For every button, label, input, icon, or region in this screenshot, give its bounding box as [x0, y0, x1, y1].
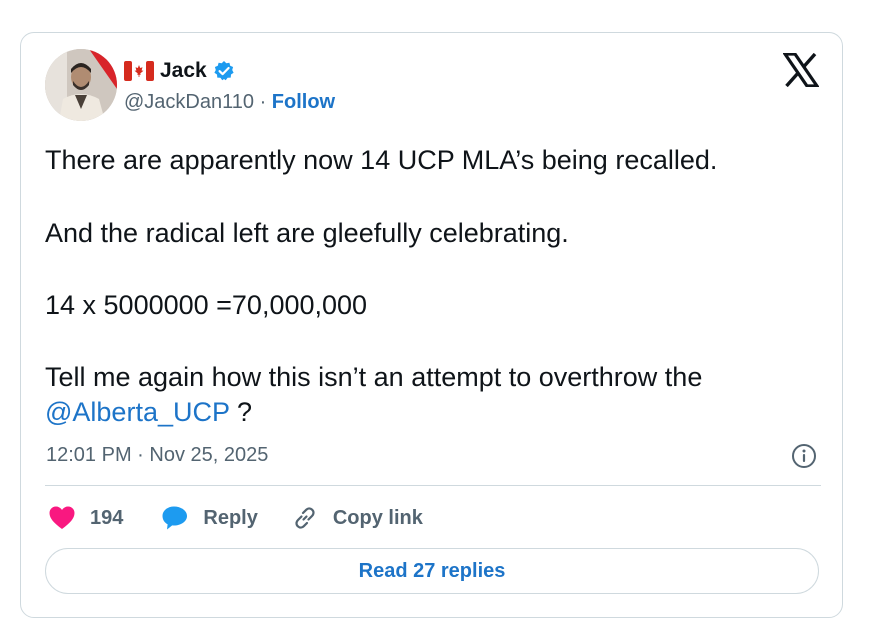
like-button[interactable]: 194	[48, 505, 123, 531]
copy-link-label: Copy link	[332, 506, 423, 529]
mention-link[interactable]: @Alberta_UCP	[45, 397, 230, 427]
tweet-card: Jack @JackDan110 · Follow There are appa…	[20, 32, 843, 618]
author-handle-row: @JackDan110 · Follow	[124, 91, 335, 114]
tweet-timestamp[interactable]: 12:01 PM · Nov 25, 2025	[46, 444, 268, 467]
tweet-line-1: There are apparently now 14 UCP MLA’s be…	[45, 145, 718, 175]
follow-button[interactable]: Follow	[272, 91, 335, 113]
tweet-line-4-text: Tell me again how this isn’t an attempt …	[45, 362, 703, 392]
divider	[45, 485, 821, 486]
info-icon[interactable]	[791, 443, 817, 469]
tweet-line-4-tail: ?	[229, 397, 253, 427]
x-logo-icon[interactable]	[781, 52, 821, 88]
copy-link-button[interactable]: Copy link	[291, 504, 423, 532]
author-name[interactable]: Jack	[160, 59, 207, 83]
author-name-row: Jack	[124, 57, 235, 85]
link-icon	[295, 507, 315, 529]
reply-label: Reply	[203, 506, 258, 529]
action-bar: 194 Reply Copy link	[48, 503, 423, 533]
heart-icon	[49, 506, 75, 529]
tweet-line-3: 14 x 5000000 =70,000,000	[45, 290, 368, 320]
like-count: 194	[90, 506, 124, 529]
author-handle[interactable]: @JackDan110	[124, 91, 254, 113]
canada-flag-icon	[124, 61, 154, 81]
avatar[interactable]	[45, 49, 117, 121]
verified-badge-icon	[213, 60, 235, 82]
tweet-line-4: Tell me again how this isn’t an attempt …	[45, 360, 805, 430]
tweet-line-2: And the radical left are gleefully celeb…	[45, 218, 569, 248]
read-replies-button[interactable]: Read 27 replies	[45, 548, 819, 594]
reply-button[interactable]: Reply	[161, 505, 258, 531]
reply-bubble-icon	[162, 506, 188, 530]
handle-separator: ·	[259, 91, 267, 113]
tweet-text: There are apparently now 14 UCP MLA’s be…	[45, 143, 805, 430]
